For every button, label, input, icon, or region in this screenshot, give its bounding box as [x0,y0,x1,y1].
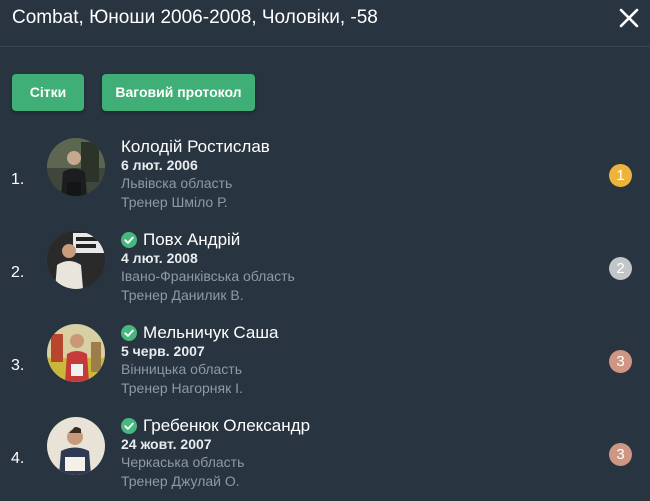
page-title: Combat, Юноши 2006-2008, Чоловіки, -58 [12,7,378,28]
place-badge: 2 [609,257,632,280]
avatar [47,417,105,475]
coach: Тренер Шміло Р. [121,194,228,210]
close-icon[interactable] [616,5,642,31]
place-badge: 3 [609,443,632,466]
region: Черкаська область [121,454,245,470]
region: Івано-Франківська область [121,268,295,284]
place-badge: 1 [609,164,632,187]
birth-date: 5 черв. 2007 [121,343,205,359]
region: Вінницька область [121,361,242,377]
place-badge: 3 [609,350,632,373]
athlete-row[interactable]: 2. Повх Андрій 4 лют. 2008 Івано-Франків… [0,228,650,318]
weigh-in-protocol-button[interactable]: Ваговий протокол [102,74,255,111]
athlete-row[interactable]: 4. Гребенюк Олександр 24 жовт. 2007 Черк… [0,414,650,501]
avatar [47,231,105,289]
rank-number: 1. [11,171,25,188]
athlete-name[interactable]: Мельничук Саша [143,323,278,343]
dialog-header: Combat, Юноши 2006-2008, Чоловіки, -58 [0,0,650,47]
grids-button[interactable]: Сітки [12,74,84,111]
birth-date: 24 жовт. 2007 [121,436,212,452]
athlete-name-row: Колодій Ростислав [121,137,270,157]
coach: Тренер Нагорняк І. [121,380,243,396]
rank-number: 3. [11,357,25,374]
avatar [47,138,105,196]
verified-check-icon [121,325,137,341]
verified-check-icon [121,232,137,248]
rank-number: 2. [11,264,25,281]
rank-number: 4. [11,450,25,467]
athlete-name-row: Повх Андрій [121,230,240,250]
athlete-name[interactable]: Повх Андрій [143,230,240,250]
athlete-name-row: Мельничук Саша [121,323,278,343]
athlete-name-row: Гребенюк Олександр [121,416,310,436]
avatar [47,324,105,382]
athlete-name[interactable]: Колодій Ростислав [121,137,270,157]
athlete-name[interactable]: Гребенюк Олександр [143,416,310,436]
coach: Тренер Джулай О. [121,473,240,489]
athlete-row[interactable]: 3. Мельничук Саша 5 черв. 2007 Вінницька… [0,321,650,411]
region: Львівска область [121,175,233,191]
coach: Тренер Данилик В. [121,287,244,303]
verified-check-icon [121,418,137,434]
birth-date: 4 лют. 2008 [121,250,198,266]
athlete-row[interactable]: 1. Колодій Ростислав 6 лют. 2006 Львівск… [0,135,650,225]
birth-date: 6 лют. 2006 [121,157,198,173]
